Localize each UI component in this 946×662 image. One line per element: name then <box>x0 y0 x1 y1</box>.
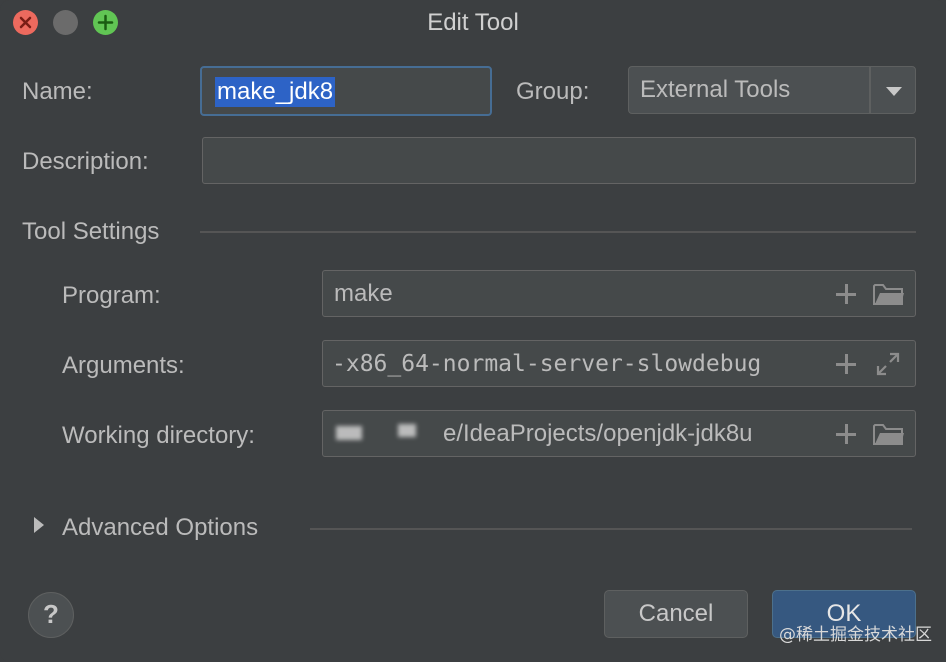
help-button[interactable]: ? <box>28 592 74 638</box>
program-label: Program: <box>62 282 161 309</box>
tool-settings-heading: Tool Settings <box>22 218 160 245</box>
group-dropdown[interactable]: External Tools <box>628 66 916 114</box>
working-directory-input[interactable]: e/IdeaProjects/openjdk-jdk8u <box>322 410 916 457</box>
name-input[interactable]: make_jdk8 <box>200 66 492 116</box>
title-bar: Edit Tool <box>0 0 946 46</box>
name-input-value: make_jdk8 <box>215 77 336 107</box>
plus-icon[interactable] <box>835 423 857 445</box>
watermark: @稀土掘金技术社区 <box>779 625 932 645</box>
arguments-input[interactable]: -x86_64-normal-server-slowdebug <box>322 340 916 387</box>
window-title: Edit Tool <box>427 9 519 36</box>
arguments-input-value: -x86_64-normal-server-slowdebug <box>332 350 762 377</box>
description-input[interactable] <box>202 137 916 184</box>
edit-tool-dialog: Edit Tool Name: make_jdk8 Group: Externa… <box>0 0 946 662</box>
name-label: Name: <box>22 78 93 105</box>
group-dropdown-value: External Tools <box>640 76 791 103</box>
arguments-label: Arguments: <box>62 352 185 379</box>
redacted-text <box>398 424 416 437</box>
group-label: Group: <box>516 78 590 105</box>
folder-icon[interactable] <box>873 422 905 446</box>
expand-icon[interactable] <box>875 351 901 377</box>
working-directory-input-value: e/IdeaProjects/openjdk-jdk8u <box>443 419 753 447</box>
chevron-down-icon[interactable] <box>886 87 902 96</box>
section-divider <box>200 231 916 233</box>
dropdown-divider <box>869 67 871 113</box>
section-divider <box>310 528 912 530</box>
chevron-right-icon[interactable] <box>34 517 44 533</box>
working-directory-label: Working directory: <box>62 422 255 449</box>
folder-icon[interactable] <box>873 282 905 306</box>
redacted-text <box>336 426 362 440</box>
plus-icon[interactable] <box>835 283 857 305</box>
program-input[interactable]: make <box>322 270 916 317</box>
description-label: Description: <box>22 148 149 175</box>
cancel-button[interactable]: Cancel <box>604 590 748 638</box>
program-input-value: make <box>334 279 393 307</box>
advanced-options-toggle[interactable]: Advanced Options <box>62 514 258 542</box>
plus-icon[interactable] <box>835 353 857 375</box>
